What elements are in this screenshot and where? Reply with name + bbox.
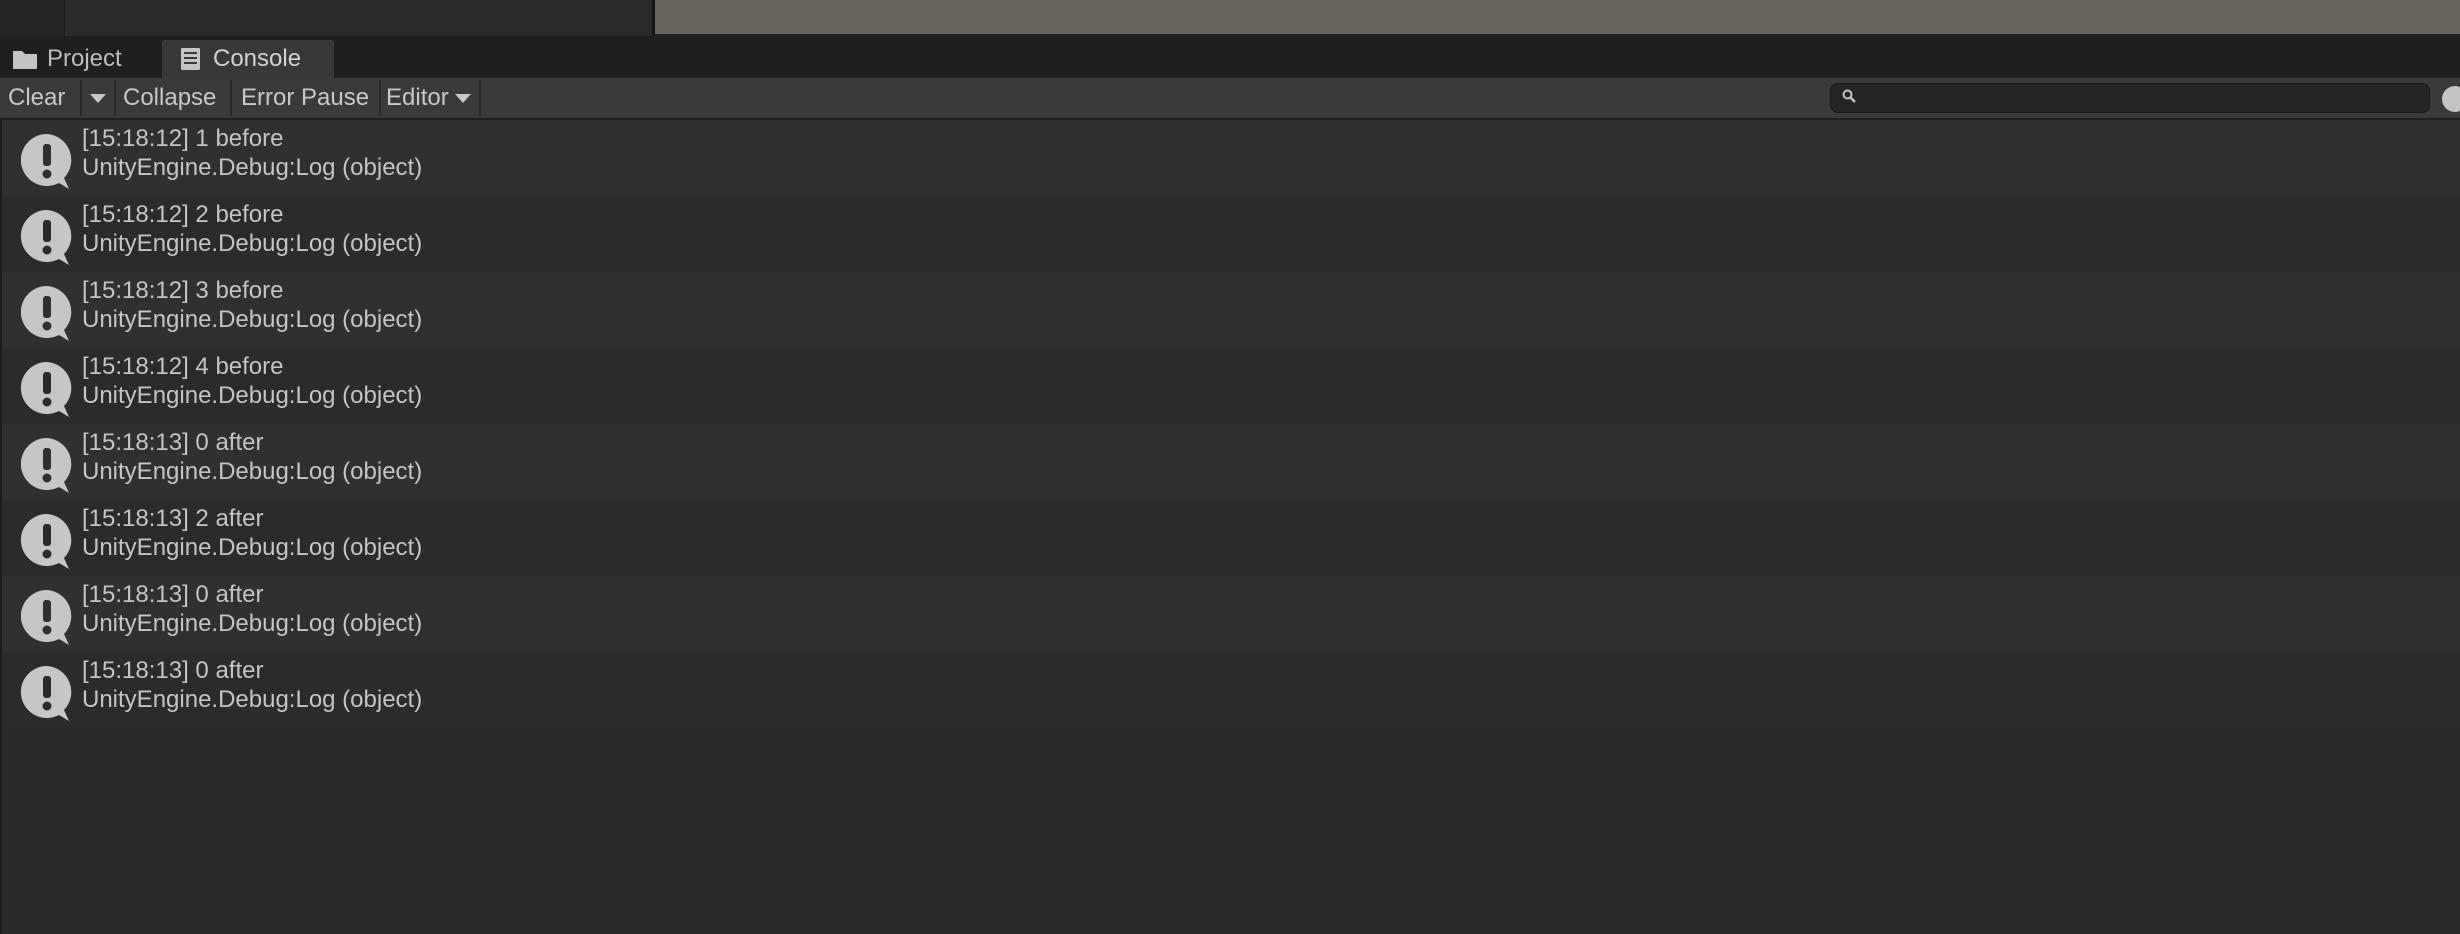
toolbar-separator (80, 80, 82, 116)
log-message: [15:18:13] 0 after (82, 657, 264, 684)
info-log-icon (19, 132, 75, 190)
log-entry[interactable]: [15:18:12] 3 before UnityEngine.Debug:Lo… (2, 272, 2460, 348)
log-message: [15:18:12] 3 before (82, 277, 284, 304)
tab-project[interactable]: Project (0, 40, 160, 78)
log-stacktrace: UnityEngine.Debug:Log (object) (82, 154, 423, 181)
info-log-icon (19, 664, 75, 722)
log-entry[interactable]: [15:18:13] 2 after UnityEngine.Debug:Log… (2, 500, 2460, 576)
hierarchy-gutter (0, 0, 65, 36)
top-panels-strip (0, 0, 2460, 38)
log-stacktrace: UnityEngine.Debug:Log (object) (82, 306, 423, 333)
log-stacktrace: UnityEngine.Debug:Log (object) (82, 686, 423, 713)
log-stacktrace: UnityEngine.Debug:Log (object) (82, 230, 423, 257)
console-log-list[interactable]: [15:18:12] 1 before UnityEngine.Debug:Lo… (0, 120, 2460, 934)
clear-button-label: Clear (8, 84, 66, 111)
editor-dropdown[interactable]: Editor (386, 78, 478, 118)
log-message: [15:18:13] 0 after (82, 581, 264, 608)
toolbar-separator (379, 80, 381, 116)
console-toolbar: Clear Collapse Error Pause Editor (0, 78, 2460, 120)
info-log-icon (19, 360, 75, 418)
chevron-down-icon (454, 93, 471, 103)
tab-console-label: Console (213, 45, 302, 72)
log-message: [15:18:12] 4 before (82, 353, 284, 380)
log-stacktrace: UnityEngine.Debug:Log (object) (82, 458, 423, 485)
log-stacktrace: UnityEngine.Debug:Log (object) (82, 382, 423, 409)
log-entry[interactable]: [15:18:12] 4 before UnityEngine.Debug:Lo… (2, 348, 2460, 424)
log-stacktrace: UnityEngine.Debug:Log (object) (82, 534, 423, 561)
info-log-icon (19, 436, 75, 494)
log-message: [15:18:13] 2 after (82, 505, 264, 532)
editor-dropdown-label: Editor (386, 84, 449, 111)
info-log-icon (19, 512, 75, 570)
log-entry[interactable]: [15:18:13] 0 after UnityEngine.Debug:Log… (2, 652, 2460, 728)
log-entry[interactable]: [15:18:12] 1 before UnityEngine.Debug:Lo… (2, 120, 2460, 196)
clear-button[interactable]: Clear (8, 78, 80, 118)
search-input[interactable] (1865, 84, 2429, 112)
tab-console[interactable]: Console (162, 40, 334, 78)
tab-bar: Project Console (0, 38, 2460, 78)
info-log-icon (19, 208, 75, 266)
log-message: [15:18:12] 2 before (82, 201, 284, 228)
info-filter-icon[interactable] (2442, 86, 2460, 112)
hierarchy-panel-edge (0, 0, 652, 36)
collapse-button-label: Collapse (123, 84, 217, 111)
log-entry[interactable]: [15:18:12] 2 before UnityEngine.Debug:Lo… (2, 196, 2460, 272)
collapse-button[interactable]: Collapse (123, 78, 229, 118)
chevron-down-icon (90, 93, 106, 103)
info-log-icon (19, 588, 75, 646)
console-icon (178, 46, 204, 72)
error-pause-button-label: Error Pause (241, 84, 370, 111)
toolbar-separator (230, 80, 232, 116)
log-entry[interactable]: [15:18:13] 0 after UnityEngine.Debug:Log… (2, 424, 2460, 500)
log-entry[interactable]: [15:18:13] 0 after UnityEngine.Debug:Log… (2, 576, 2460, 652)
toolbar-separator (114, 80, 116, 116)
search-icon (1841, 88, 1857, 109)
scene-view[interactable] (655, 0, 2460, 34)
error-pause-button[interactable]: Error Pause (241, 78, 377, 118)
toolbar-separator (479, 80, 481, 116)
log-message: [15:18:13] 0 after (82, 429, 264, 456)
clear-options-dropdown[interactable] (84, 78, 112, 118)
info-log-icon (19, 284, 75, 342)
log-message: [15:18:12] 1 before (82, 125, 284, 152)
tab-project-label: Project (47, 45, 122, 72)
search-field[interactable] (1830, 83, 2430, 113)
folder-icon (12, 46, 38, 72)
log-stacktrace: UnityEngine.Debug:Log (object) (82, 610, 423, 637)
unity-editor-window: Project Console Clear Collapse Error Pau… (0, 0, 2460, 934)
